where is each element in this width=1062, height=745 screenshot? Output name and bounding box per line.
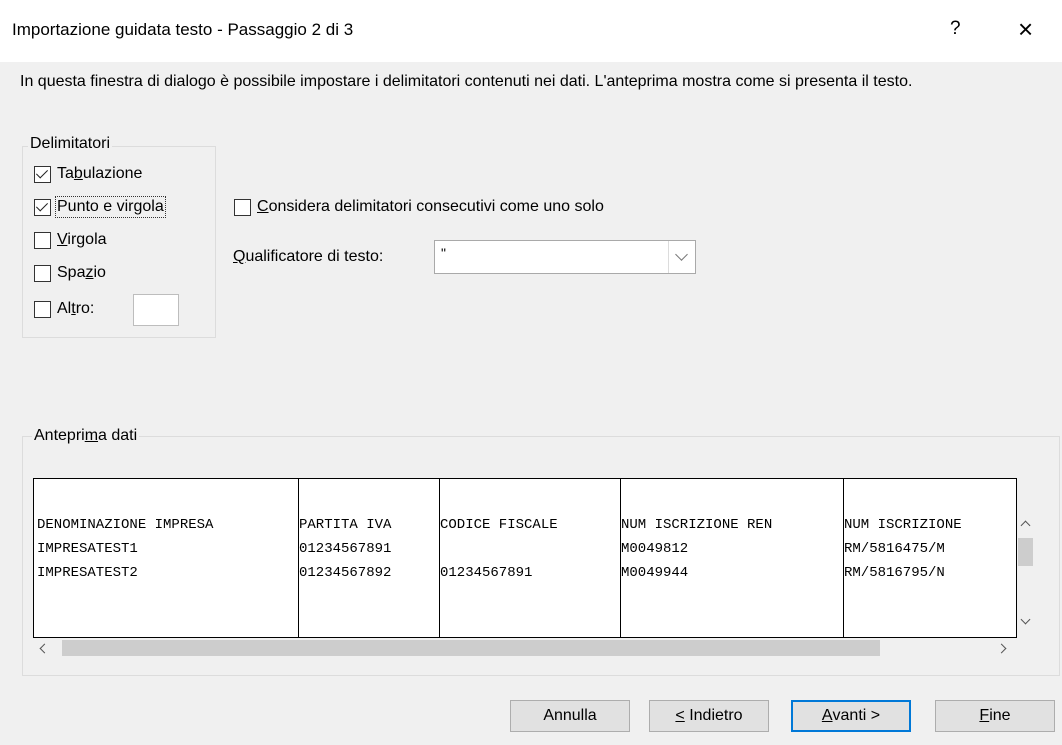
qualifier-select[interactable]: " — [434, 240, 696, 274]
checkbox-altro-label: Altro: — [57, 300, 95, 317]
help-icon[interactable]: ? — [950, 18, 961, 40]
altro-input[interactable] — [133, 294, 179, 326]
close-icon[interactable]: × — [1018, 14, 1033, 45]
preview-vertical-scrollbar[interactable] — [1017, 478, 1034, 638]
preview-cell: IMPRESATEST2 — [37, 565, 138, 581]
preview-cell: CODICE FISCALE — [440, 517, 558, 533]
preview-cell: IMPRESATEST1 — [37, 541, 138, 557]
preview-table: DENOMINAZIONE IMPRESA PARTITA IVA CODICE… — [33, 478, 1017, 638]
checkbox-spazio-label: Spazio — [57, 264, 106, 281]
column-separator — [843, 479, 844, 637]
preview-cell: DENOMINAZIONE IMPRESA — [37, 517, 214, 533]
checkbox-spazio-box[interactable] — [34, 264, 51, 282]
dialog-description: In questa finestra di dialogo è possibil… — [20, 73, 913, 90]
scroll-down-icon[interactable] — [1020, 614, 1031, 625]
preview-cell: PARTITA IVA — [299, 517, 392, 533]
preview-cell: NUM ISCRIZIONE REN — [621, 517, 773, 533]
preview-cell: 01234567891 — [299, 541, 392, 557]
scroll-thumb-vertical[interactable] — [1018, 538, 1033, 566]
title-bar: Importazione guidata testo - Passaggio 2… — [0, 0, 1062, 62]
checkbox-tabulazione-label: Tabulazione — [57, 165, 143, 182]
qualifier-dropdown-button[interactable] — [668, 241, 695, 273]
preview-cell: RM/5816475/M — [844, 541, 945, 557]
checkbox-punto-e-virgola[interactable]: Punto e virgola — [34, 196, 166, 218]
preview-legend: Anteprima dati — [32, 427, 140, 445]
preview-cell: M0049944 — [621, 565, 689, 581]
checkbox-virgola[interactable]: Virgola — [34, 231, 107, 249]
checkbox-punto-e-virgola-label: Punto e virgola — [55, 196, 166, 218]
scroll-right-icon[interactable] — [996, 643, 1007, 654]
preview-cell: M0049812 — [621, 541, 689, 557]
preview-cell: 01234567892 — [299, 565, 392, 581]
checkbox-virgola-box[interactable] — [34, 231, 51, 249]
chevron-down-icon — [675, 248, 688, 261]
scroll-up-icon[interactable] — [1020, 520, 1031, 531]
preview-cell: RM/5816795/N — [844, 565, 945, 581]
preview-cell: NUM ISCRIZIONE — [844, 517, 962, 533]
checkbox-virgola-label: Virgola — [57, 231, 107, 248]
window-title: Importazione guidata testo - Passaggio 2… — [12, 20, 354, 39]
checkbox-punto-e-virgola-box[interactable] — [34, 198, 51, 216]
column-separator — [298, 479, 299, 637]
checkbox-consecutive-label: Considera delimitatori consecutivi come … — [257, 198, 604, 215]
qualifier-label: Qualificatore di testo: — [233, 248, 384, 265]
scroll-thumb-horizontal[interactable] — [62, 640, 880, 656]
finish-button[interactable]: Fine — [935, 700, 1055, 732]
checkbox-tabulazione[interactable]: Tabulazione — [34, 165, 142, 183]
checkbox-consecutive[interactable]: Considera delimitatori consecutivi come … — [234, 198, 604, 216]
checkbox-tabulazione-box[interactable] — [34, 165, 51, 183]
checkbox-altro[interactable]: Altro: — [34, 300, 94, 318]
column-separator — [620, 479, 621, 637]
preview-cell: 01234567891 — [440, 565, 533, 581]
column-separator — [439, 479, 440, 637]
back-button[interactable]: < Indietro — [649, 700, 769, 732]
checkbox-spazio[interactable]: Spazio — [34, 264, 106, 282]
checkbox-altro-box[interactable] — [34, 300, 51, 318]
next-button[interactable]: Avanti > — [791, 700, 911, 732]
preview-horizontal-scrollbar[interactable] — [33, 638, 1034, 658]
cancel-button[interactable]: Annulla — [510, 700, 630, 732]
qualifier-value: " — [441, 245, 446, 261]
scroll-left-icon[interactable] — [39, 643, 50, 654]
delimiters-legend: Delimitatori — [28, 135, 113, 153]
checkbox-consecutive-box[interactable] — [234, 198, 251, 216]
